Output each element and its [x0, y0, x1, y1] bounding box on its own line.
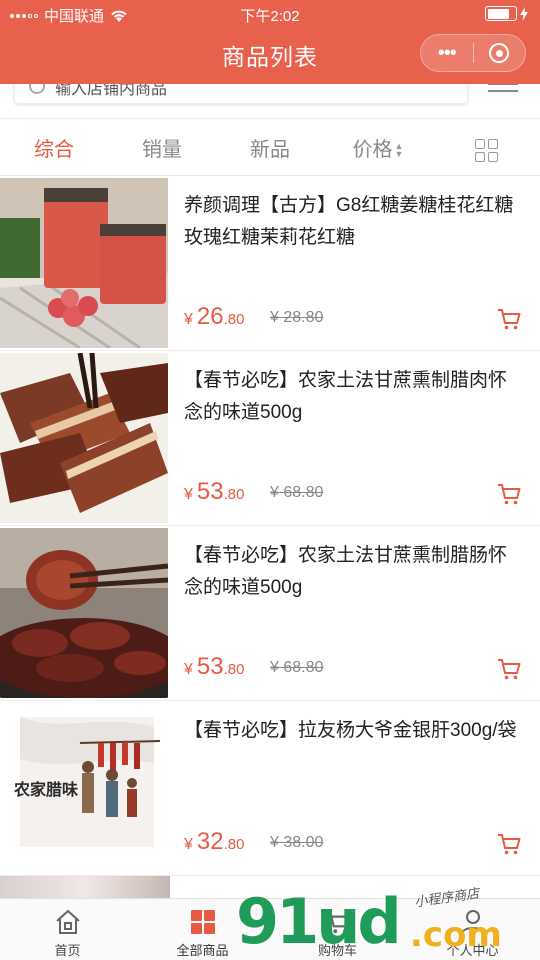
- add-to-cart-icon[interactable]: [496, 656, 522, 682]
- product-image: [0, 528, 168, 698]
- search-input[interactable]: 输入店铺内商品: [14, 84, 468, 104]
- charging-icon: [520, 6, 528, 21]
- home-icon: [53, 907, 83, 937]
- product-name: 【春节必吃】农家土法甘蔗熏制腊肉怀念的味道500g: [184, 370, 508, 423]
- grid-icon: [474, 139, 498, 162]
- tab-label: 销量: [142, 138, 182, 161]
- list-item[interactable]: 【春节必吃】农家土法甘蔗熏制腊肉怀念的味道500g ¥53.80 ¥ 68.80: [0, 351, 540, 526]
- status-time: 下午2:02: [240, 8, 300, 25]
- grid-view-toggle[interactable]: [432, 132, 540, 162]
- search-row: 输入店铺内商品: [0, 84, 540, 118]
- more-button[interactable]: •••: [421, 35, 473, 71]
- product-name: 【春节必吃】农家土法甘蔗熏制腊肠怀念的味道500g: [184, 545, 508, 598]
- status-bar: 中国联通 下午2:02: [0, 0, 540, 28]
- cart-icon: [323, 907, 353, 937]
- product-image: [0, 353, 168, 523]
- tab-new[interactable]: 新品: [216, 133, 324, 162]
- list-view-icon[interactable]: [488, 84, 518, 97]
- tabbar-label: 首页: [54, 943, 81, 958]
- original-price: ¥ 28.80: [270, 309, 324, 326]
- bottom-tab-bar: 首页 全部商品 购物车 个人中心: [0, 898, 540, 960]
- miniprogram-capsule: •••: [420, 34, 526, 72]
- tabbar-home[interactable]: 首页: [0, 899, 135, 960]
- product-price: ¥32.80: [184, 828, 245, 855]
- product-name: 养颜调理【古方】G8红糖姜糖桂花红糖玫瑰红糖茉莉花红糖: [184, 195, 514, 248]
- original-price: ¥ 68.80: [270, 484, 324, 501]
- tab-comprehensive[interactable]: 综合: [0, 133, 108, 162]
- next-product-image-partial: [0, 876, 170, 898]
- list-item[interactable]: 【春节必吃】农家土法甘蔗熏制腊肠怀念的味道500g ¥53.80 ¥ 68.80: [0, 526, 540, 701]
- original-price: ¥ 68.80: [270, 659, 324, 676]
- product-image: 农家腊味: [0, 703, 168, 873]
- product-price: ¥26.80: [184, 303, 245, 330]
- tab-label: 新品: [250, 138, 290, 161]
- close-miniprogram-button[interactable]: [473, 43, 525, 63]
- sort-arrows-icon: ▲ ▼: [394, 141, 404, 160]
- tabbar-profile[interactable]: 个人中心: [405, 899, 540, 960]
- tab-sales[interactable]: 销量: [108, 133, 216, 162]
- tabbar-label: 个人中心: [446, 943, 499, 958]
- top-bar: 中国联通 下午2:02 商品列表 •••: [0, 0, 540, 84]
- product-name: 【春节必吃】拉友杨大爷金银肝300g/袋: [184, 720, 517, 741]
- tabbar-all-products[interactable]: 全部商品: [135, 899, 270, 960]
- target-icon: [489, 43, 510, 63]
- list-item[interactable]: 农家腊味 【春节必吃】拉友杨大爷金银肝300g/袋 ¥32.80 ¥ 38.00: [0, 701, 540, 876]
- list-item[interactable]: 养颜调理【古方】G8红糖姜糖桂花红糖玫瑰红糖茉莉花红糖 ¥26.80 ¥ 28.…: [0, 176, 540, 351]
- add-to-cart-icon[interactable]: [496, 306, 522, 332]
- tab-label: 价格: [352, 138, 393, 161]
- tabbar-cart[interactable]: 购物车: [270, 899, 405, 960]
- product-price: ¥53.80: [184, 478, 245, 505]
- poster-text: 农家腊味: [13, 780, 78, 799]
- product-list: 养颜调理【古方】G8红糖姜糖桂花红糖玫瑰红糖茉莉花红糖 ¥26.80 ¥ 28.…: [0, 176, 540, 876]
- battery-icon: [485, 6, 517, 21]
- tabbar-label: 全部商品: [176, 943, 229, 958]
- add-to-cart-icon[interactable]: [496, 831, 522, 857]
- tab-label: 综合: [34, 138, 74, 161]
- sort-tabs: 综合 销量 新品 价格 ▲ ▼: [0, 118, 540, 176]
- search-placeholder: 输入店铺内商品: [55, 84, 168, 98]
- all-products-icon: [188, 907, 218, 937]
- original-price: ¥ 38.00: [270, 834, 324, 851]
- search-icon: [29, 84, 45, 94]
- product-price: ¥53.80: [184, 653, 245, 680]
- profile-icon: [458, 907, 488, 937]
- product-image: [0, 178, 168, 348]
- add-to-cart-icon[interactable]: [496, 481, 522, 507]
- tab-price[interactable]: 价格 ▲ ▼: [324, 133, 432, 162]
- tabbar-label: 购物车: [317, 943, 357, 958]
